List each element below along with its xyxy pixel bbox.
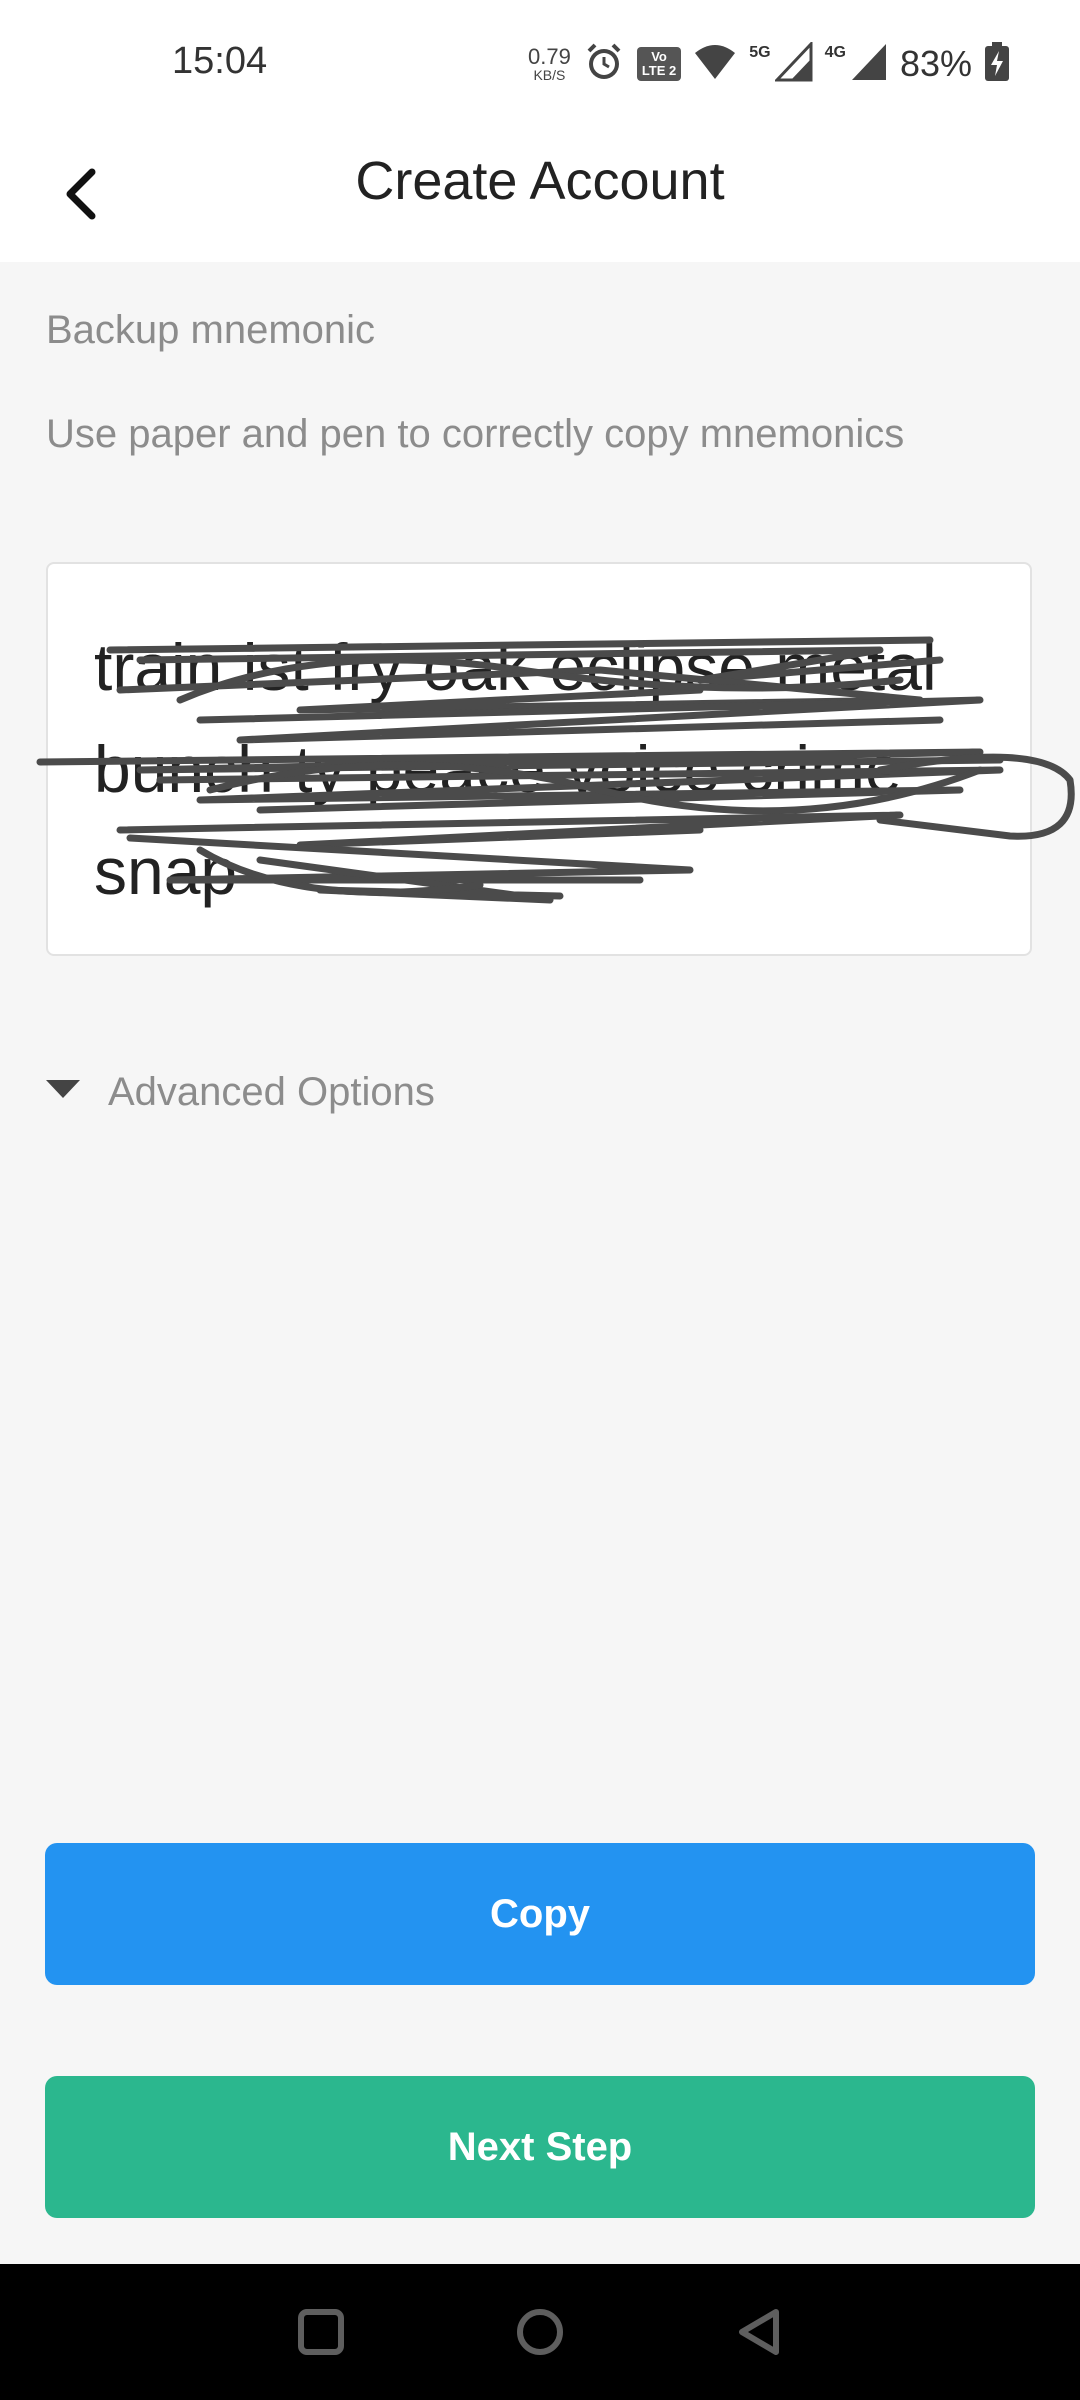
system-nav-bar [0,2264,1080,2400]
section-label: Backup mnemonic [46,308,376,352]
signal-4g-icon [850,42,888,87]
volte-icon: Vo LTE 2 [636,47,682,81]
app-header: Create Account [0,136,1080,262]
alarm-icon [583,41,625,88]
caret-down-icon [46,1079,80,1105]
page-title: Create Account [355,151,725,211]
status-time: 15:04 [172,40,268,82]
network-speed-unit: KB/S [533,67,566,83]
wifi-icon [693,43,737,86]
copy-button[interactable]: Copy [45,1843,1035,1985]
signal-4g-label: 4G [824,44,846,61]
battery-percent: 83% [899,43,972,84]
network-speed: 0.79 KB/S [527,44,571,83]
signal-5g-icon [773,39,813,87]
signal-5g-label: 5G [749,44,771,61]
mnemonic-text: train ist fry oak eclipse metal bunch ty… [94,630,937,908]
advanced-options-label: Advanced Options [108,1069,435,1114]
battery-charging-icon [984,41,1010,87]
recent-apps-icon[interactable] [291,2302,351,2362]
advanced-options-toggle[interactable]: Advanced Options [46,1062,435,1122]
status-bar: 15:04 0.79 KB/S Vo LTE 2 5G 4G 83% [0,0,1080,136]
instructions-text: Use paper and pen to correctly copy mnem… [46,412,905,456]
status-icons: 0.79 KB/S Vo LTE 2 5G 4G 83% [528,34,1010,94]
mnemonic-box[interactable]: train ist fry oak eclipse metal bunch ty… [46,562,1032,956]
network-speed-value: 0.79 [527,44,571,69]
next-step-button[interactable]: Next Step [45,2076,1035,2218]
back-icon[interactable] [730,2302,790,2362]
home-icon[interactable] [510,2302,570,2362]
